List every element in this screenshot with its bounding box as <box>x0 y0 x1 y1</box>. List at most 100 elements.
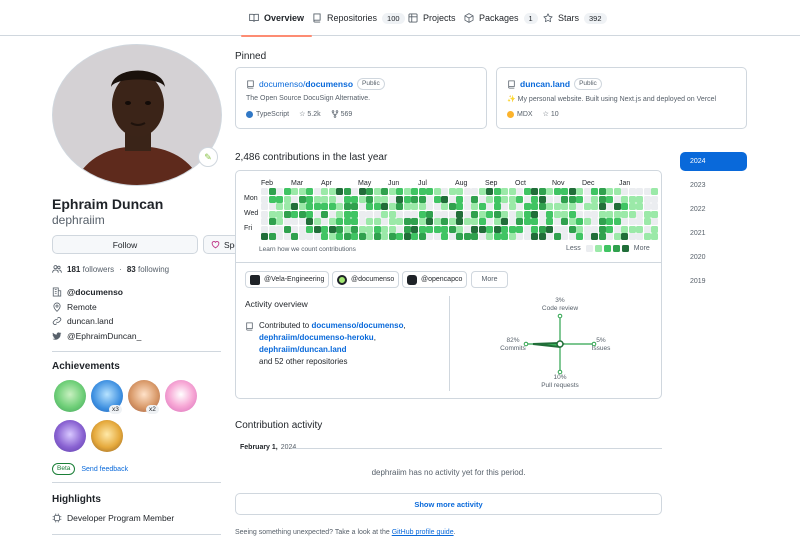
contribution-day-cell[interactable] <box>448 233 456 240</box>
contribution-day-cell[interactable] <box>576 210 583 218</box>
contribution-day-cell[interactable] <box>606 218 613 225</box>
contribution-day-cell[interactable] <box>531 203 538 210</box>
contribution-day-cell[interactable] <box>493 188 501 195</box>
contribution-day-cell[interactable] <box>291 195 298 203</box>
contribution-day-cell[interactable] <box>441 218 448 225</box>
contribution-day-cell[interactable] <box>628 225 636 233</box>
contribution-day-cell[interactable] <box>403 225 411 233</box>
contribution-day-cell[interactable] <box>621 225 628 233</box>
contribution-day-cell[interactable] <box>538 195 546 203</box>
contribution-day-cell[interactable] <box>516 218 523 225</box>
contribution-day-cell[interactable] <box>306 218 313 225</box>
contribution-day-cell[interactable] <box>366 225 373 233</box>
contribution-day-cell[interactable] <box>366 218 373 225</box>
contribution-day-cell[interactable] <box>508 225 516 233</box>
contribution-day-cell[interactable] <box>583 195 591 203</box>
contribution-day-cell[interactable] <box>388 210 396 218</box>
contribution-day-cell[interactable] <box>276 195 283 203</box>
contribution-day-cell[interactable] <box>381 195 388 203</box>
contribution-day-cell[interactable] <box>358 225 366 233</box>
year-button-2020[interactable]: 2020 <box>680 248 747 267</box>
contribution-day-cell[interactable] <box>613 210 621 218</box>
contribution-day-cell[interactable] <box>403 195 411 203</box>
contribution-day-cell[interactable] <box>328 233 336 240</box>
contribution-day-cell[interactable] <box>501 210 508 218</box>
contribution-day-cell[interactable] <box>591 203 598 210</box>
contribution-day-cell[interactable] <box>493 203 501 210</box>
contribution-day-cell[interactable] <box>621 188 628 195</box>
contribution-day-cell[interactable] <box>538 233 546 240</box>
contribution-day-cell[interactable] <box>313 233 321 240</box>
contribution-day-cell[interactable] <box>508 188 516 195</box>
contribution-day-cell[interactable] <box>591 195 598 203</box>
tab-packages[interactable]: Packages 1 <box>464 0 538 36</box>
contribution-day-cell[interactable] <box>636 195 643 203</box>
contribution-day-cell[interactable] <box>636 225 643 233</box>
year-button-2022[interactable]: 2022 <box>680 200 747 219</box>
repo-forks[interactable]: 569 <box>331 110 352 118</box>
contribution-day-cell[interactable] <box>381 203 388 210</box>
contribution-day-cell[interactable] <box>396 225 403 233</box>
contribution-day-cell[interactable] <box>291 210 298 218</box>
contribution-day-cell[interactable] <box>388 233 396 240</box>
contribution-day-cell[interactable] <box>441 195 448 203</box>
contribution-day-cell[interactable] <box>621 195 628 203</box>
contribution-day-cell[interactable] <box>418 203 426 210</box>
contribution-day-cell[interactable] <box>598 188 606 195</box>
contribution-day-cell[interactable] <box>276 210 283 218</box>
pinned-repo-link[interactable]: duncan.land <box>520 79 570 89</box>
contribution-day-cell[interactable] <box>403 210 411 218</box>
tab-overview[interactable]: Overview <box>240 0 313 37</box>
contribution-day-cell[interactable] <box>531 210 538 218</box>
contribution-day-cell[interactable] <box>411 188 418 195</box>
contribution-day-cell[interactable] <box>396 188 403 195</box>
contribution-day-cell[interactable] <box>306 203 313 210</box>
achievement-pair-extraordinaire-icon[interactable] <box>54 380 86 412</box>
contribution-day-cell[interactable] <box>268 233 276 240</box>
contribution-day-cell[interactable] <box>351 233 358 240</box>
contribution-day-cell[interactable] <box>441 210 448 218</box>
contribution-day-cell[interactable] <box>643 218 651 225</box>
profile-organization[interactable]: @documenso <box>52 287 123 297</box>
contribution-day-cell[interactable] <box>276 225 283 233</box>
contribution-day-cell[interactable] <box>561 218 568 225</box>
contribution-day-cell[interactable] <box>613 233 621 240</box>
contribution-day-cell[interactable] <box>411 195 418 203</box>
contribution-day-cell[interactable] <box>291 218 298 225</box>
contribution-day-cell[interactable] <box>351 188 358 195</box>
contribution-day-cell[interactable] <box>576 188 583 195</box>
contribution-day-cell[interactable] <box>381 218 388 225</box>
contribution-day-cell[interactable] <box>456 225 463 233</box>
following-link[interactable]: 83 following <box>127 265 169 274</box>
contribution-day-cell[interactable] <box>448 195 456 203</box>
contribution-day-cell[interactable] <box>501 233 508 240</box>
contribution-day-cell[interactable] <box>336 195 343 203</box>
contribution-day-cell[interactable] <box>343 188 351 195</box>
contribution-day-cell[interactable] <box>283 233 291 240</box>
achievement-arctic-code-vault-icon[interactable] <box>54 420 86 452</box>
contribution-day-cell[interactable] <box>366 210 373 218</box>
contribution-day-cell[interactable] <box>606 233 613 240</box>
contribution-day-cell[interactable] <box>448 225 456 233</box>
contribution-day-cell[interactable] <box>493 233 501 240</box>
contribution-day-cell[interactable] <box>343 203 351 210</box>
contribution-day-cell[interactable] <box>538 210 546 218</box>
contribution-day-cell[interactable] <box>568 195 576 203</box>
contribution-day-cell[interactable] <box>531 188 538 195</box>
contribution-day-cell[interactable] <box>298 233 306 240</box>
contribution-day-cell[interactable] <box>478 195 486 203</box>
contribution-day-cell[interactable] <box>628 218 636 225</box>
contribution-day-cell[interactable] <box>568 188 576 195</box>
contribution-day-cell[interactable] <box>261 195 268 203</box>
contribution-day-cell[interactable] <box>433 210 441 218</box>
contribution-day-cell[interactable] <box>313 188 321 195</box>
contribution-day-cell[interactable] <box>606 195 613 203</box>
contribution-day-cell[interactable] <box>606 188 613 195</box>
contribution-day-cell[interactable] <box>358 233 366 240</box>
contribution-day-cell[interactable] <box>478 203 486 210</box>
year-button-2024[interactable]: 2024 <box>680 152 747 171</box>
contribution-day-cell[interactable] <box>276 218 283 225</box>
contribution-day-cell[interactable] <box>358 210 366 218</box>
contribution-day-cell[interactable] <box>283 203 291 210</box>
contribution-day-cell[interactable] <box>396 203 403 210</box>
